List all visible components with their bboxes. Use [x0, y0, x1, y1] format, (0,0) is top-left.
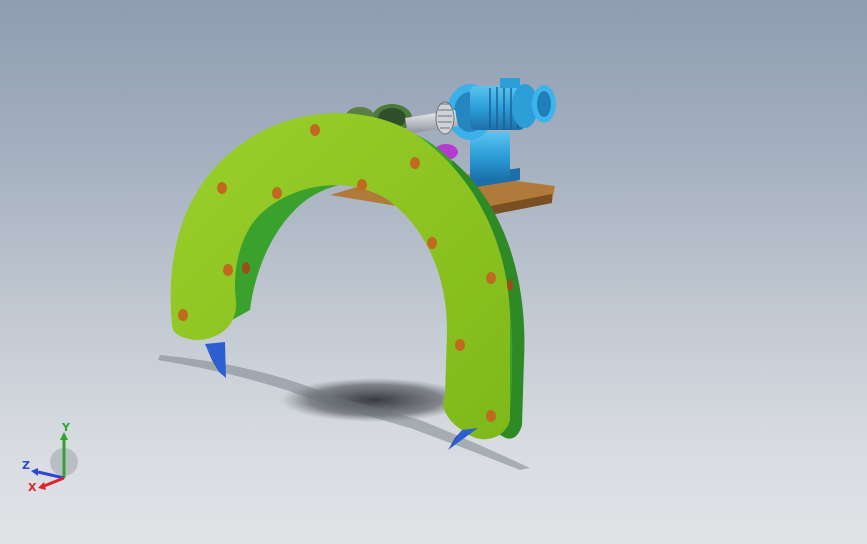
graphics-viewport[interactable]: Y Z X — [0, 0, 867, 544]
z-axis-label: Z — [22, 459, 30, 472]
cutting-blade-left[interactable] — [205, 342, 226, 378]
coordinate-triad: Y Z X — [22, 421, 78, 494]
y-axis-label: Y — [61, 421, 71, 434]
model-view[interactable] — [0, 0, 867, 544]
drive-shaft[interactable] — [405, 101, 458, 135]
x-axis-icon — [43, 476, 65, 488]
x-axis-label: X — [28, 481, 37, 494]
